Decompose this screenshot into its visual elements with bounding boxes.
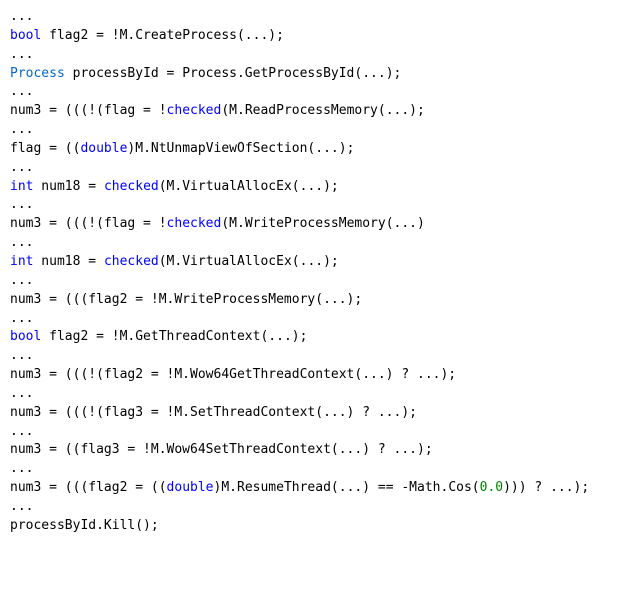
ellipsis-token: ... (10, 424, 33, 439)
code-line: processById.Kill(); (10, 517, 619, 536)
code-token: (M.VirtualAllocEx(...); (159, 179, 339, 194)
code-token: )M.NtUnmapViewOfSection(...); (127, 141, 354, 156)
code-ellipsis: ... (10, 83, 619, 102)
code-token: num3 = (((!(flag = ! (10, 216, 167, 231)
code-ellipsis: ... (10, 8, 619, 27)
ellipsis-token: ... (10, 9, 33, 24)
ellipsis-token: ... (10, 122, 33, 137)
code-token: (M.VirtualAllocEx(...); (159, 254, 339, 269)
code-line: num3 = (((flag2 = ((double)M.ResumeThrea… (10, 479, 619, 498)
code-token: double (80, 141, 127, 156)
code-token: (M.ReadProcessMemory(...); (221, 103, 425, 118)
code-ellipsis: ... (10, 159, 619, 178)
code-token: int (10, 179, 33, 194)
code-token: bool (10, 329, 41, 344)
ellipsis-token: ... (10, 461, 33, 476)
code-token: flag2 = !M.CreateProcess(...); (41, 28, 284, 43)
code-token: num18 = (33, 254, 103, 269)
code-ellipsis: ... (10, 347, 619, 366)
code-block: ...bool flag2 = !M.CreateProcess(...);..… (0, 0, 629, 544)
code-token: num3 = ((flag3 = !M.Wow64SetThreadContex… (10, 442, 433, 457)
code-line: int num18 = checked(M.VirtualAllocEx(...… (10, 178, 619, 197)
code-line: int num18 = checked(M.VirtualAllocEx(...… (10, 253, 619, 272)
code-token: num3 = (((!(flag2 = !M.Wow64GetThreadCon… (10, 367, 456, 382)
code-token: num3 = (((!(flag = ! (10, 103, 167, 118)
code-token: )M.ResumeThread(...) == -Math.Cos( (214, 480, 480, 495)
code-token: int (10, 254, 33, 269)
code-token: 0.0 (480, 480, 503, 495)
code-line: num3 = (((!(flag2 = !M.Wow64GetThreadCon… (10, 366, 619, 385)
code-token: bool (10, 28, 41, 43)
code-ellipsis: ... (10, 310, 619, 329)
code-token: Process (10, 66, 65, 81)
code-ellipsis: ... (10, 460, 619, 479)
code-token: checked (104, 254, 159, 269)
code-line: bool flag2 = !M.GetThreadContext(...); (10, 328, 619, 347)
code-ellipsis: ... (10, 272, 619, 291)
code-token: ))) ? ...); (503, 480, 589, 495)
ellipsis-token: ... (10, 235, 33, 250)
code-line: flag = ((double)M.NtUnmapViewOfSection(.… (10, 140, 619, 159)
code-token: flag = (( (10, 141, 80, 156)
code-line: num3 = (((!(flag = !checked(M.ReadProces… (10, 102, 619, 121)
ellipsis-token: ... (10, 273, 33, 288)
code-token: num3 = (((!(flag3 = !M.SetThreadContext(… (10, 405, 417, 420)
code-line: num3 = (((!(flag = !checked(M.WriteProce… (10, 215, 619, 234)
code-line: Process processById = Process.GetProcess… (10, 65, 619, 84)
code-ellipsis: ... (10, 46, 619, 65)
ellipsis-token: ... (10, 47, 33, 62)
ellipsis-token: ... (10, 197, 33, 212)
ellipsis-token: ... (10, 84, 33, 99)
code-line: bool flag2 = !M.CreateProcess(...); (10, 27, 619, 46)
ellipsis-token: ... (10, 311, 33, 326)
code-token: checked (167, 103, 222, 118)
code-token: checked (167, 216, 222, 231)
code-line: num3 = (((!(flag3 = !M.SetThreadContext(… (10, 404, 619, 423)
ellipsis-token: ... (10, 499, 33, 514)
code-token: flag2 = !M.GetThreadContext(...); (41, 329, 307, 344)
ellipsis-token: ... (10, 160, 33, 175)
code-ellipsis: ... (10, 121, 619, 140)
code-token: num3 = (((flag2 = !M.WriteProcessMemory(… (10, 292, 362, 307)
code-ellipsis: ... (10, 385, 619, 404)
code-ellipsis: ... (10, 498, 619, 517)
code-ellipsis: ... (10, 423, 619, 442)
code-token: (M.WriteProcessMemory(...) (221, 216, 425, 231)
ellipsis-token: ... (10, 348, 33, 363)
code-token: double (167, 480, 214, 495)
ellipsis-token: ... (10, 386, 33, 401)
code-ellipsis: ... (10, 196, 619, 215)
code-token: processById.Kill(); (10, 518, 159, 533)
code-line: num3 = ((flag3 = !M.Wow64SetThreadContex… (10, 441, 619, 460)
code-token: checked (104, 179, 159, 194)
code-line: num3 = (((flag2 = !M.WriteProcessMemory(… (10, 291, 619, 310)
code-token: num18 = (33, 179, 103, 194)
code-ellipsis: ... (10, 234, 619, 253)
code-token: num3 = (((flag2 = (( (10, 480, 167, 495)
code-token: processById = Process.GetProcessById(...… (65, 66, 402, 81)
